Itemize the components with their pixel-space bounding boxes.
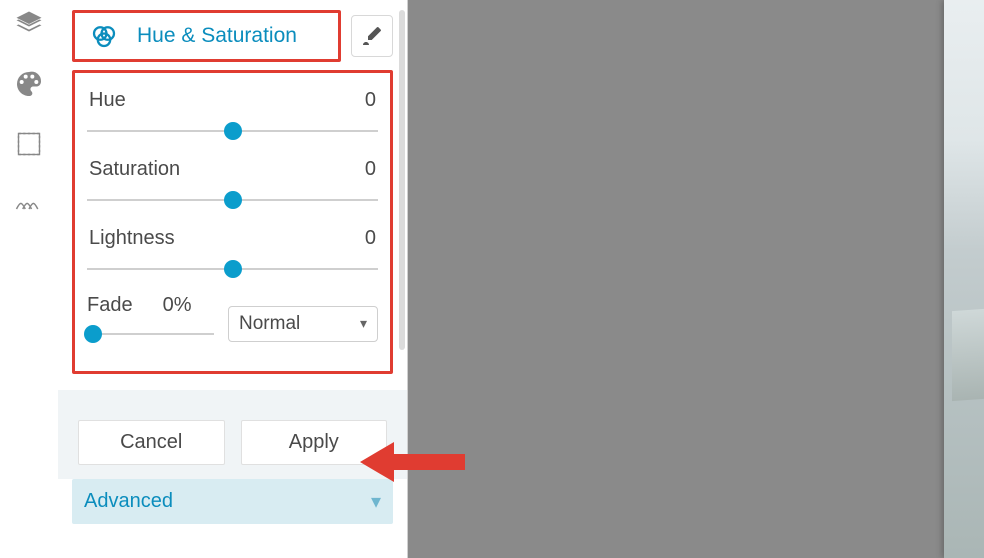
frame-tool[interactable] <box>11 126 47 162</box>
lightness-slider-thumb[interactable] <box>224 260 242 278</box>
image-preview-edge <box>944 0 984 558</box>
advanced-toggle[interactable]: Advanced ▾ <box>72 479 393 524</box>
palette-tool[interactable] <box>11 66 47 102</box>
fade-control-row: Fade 0% Normal ▾ <box>87 290 378 353</box>
layers-tool[interactable] <box>11 6 47 42</box>
panel-title[interactable]: Hue & Saturation <box>72 10 341 62</box>
lightness-slider[interactable] <box>87 258 378 280</box>
saturation-slider[interactable] <box>87 189 378 211</box>
panel-title-text: Hue & Saturation <box>137 24 297 48</box>
advanced-label: Advanced <box>84 490 173 513</box>
sliders-group: Hue 0 Saturation 0 Lightness 0 <box>72 70 393 374</box>
scratches-tool[interactable] <box>11 186 47 222</box>
lightness-control: Lightness 0 <box>87 221 378 290</box>
blend-mode-dropdown[interactable]: Normal ▾ <box>228 306 378 342</box>
blend-mode-value: Normal <box>239 313 300 335</box>
panel-scrollbar-thumb[interactable] <box>399 10 405 350</box>
fade-slider-thumb[interactable] <box>84 325 102 343</box>
saturation-label: Saturation <box>89 158 180 181</box>
hue-slider[interactable] <box>87 120 378 142</box>
left-toolbar <box>0 0 58 558</box>
apply-button[interactable]: Apply <box>241 420 388 465</box>
action-buttons: Cancel Apply <box>58 390 407 479</box>
fade-slider[interactable] <box>87 323 214 345</box>
hue-value: 0 <box>365 89 376 112</box>
frame-icon <box>15 130 43 158</box>
panel-scrollbar-track <box>399 0 405 558</box>
cancel-button[interactable]: Cancel <box>78 420 225 465</box>
layers-icon <box>14 9 44 39</box>
fade-label: Fade <box>87 294 133 317</box>
mask-brush-button[interactable] <box>351 15 393 57</box>
chevron-down-icon: ▾ <box>360 315 367 332</box>
saturation-value: 0 <box>365 158 376 181</box>
lightness-value: 0 <box>365 227 376 250</box>
saturation-slider-thumb[interactable] <box>224 191 242 209</box>
hue-slider-thumb[interactable] <box>224 122 242 140</box>
chevron-down-icon: ▾ <box>371 489 381 514</box>
saturation-control: Saturation 0 <box>87 152 378 221</box>
scratches-icon <box>14 189 44 219</box>
palette-icon <box>13 68 45 100</box>
hue-label: Hue <box>89 89 126 112</box>
canvas-area[interactable] <box>408 0 984 558</box>
fade-value: 0% <box>163 294 192 317</box>
panel-header: Hue & Saturation <box>58 0 407 70</box>
hue-saturation-icon <box>89 21 119 51</box>
adjustments-panel: Hue & Saturation Hue 0 Saturation 0 <box>58 0 408 558</box>
brush-icon <box>360 24 384 48</box>
hue-control: Hue 0 <box>87 83 378 152</box>
lightness-label: Lightness <box>89 227 175 250</box>
